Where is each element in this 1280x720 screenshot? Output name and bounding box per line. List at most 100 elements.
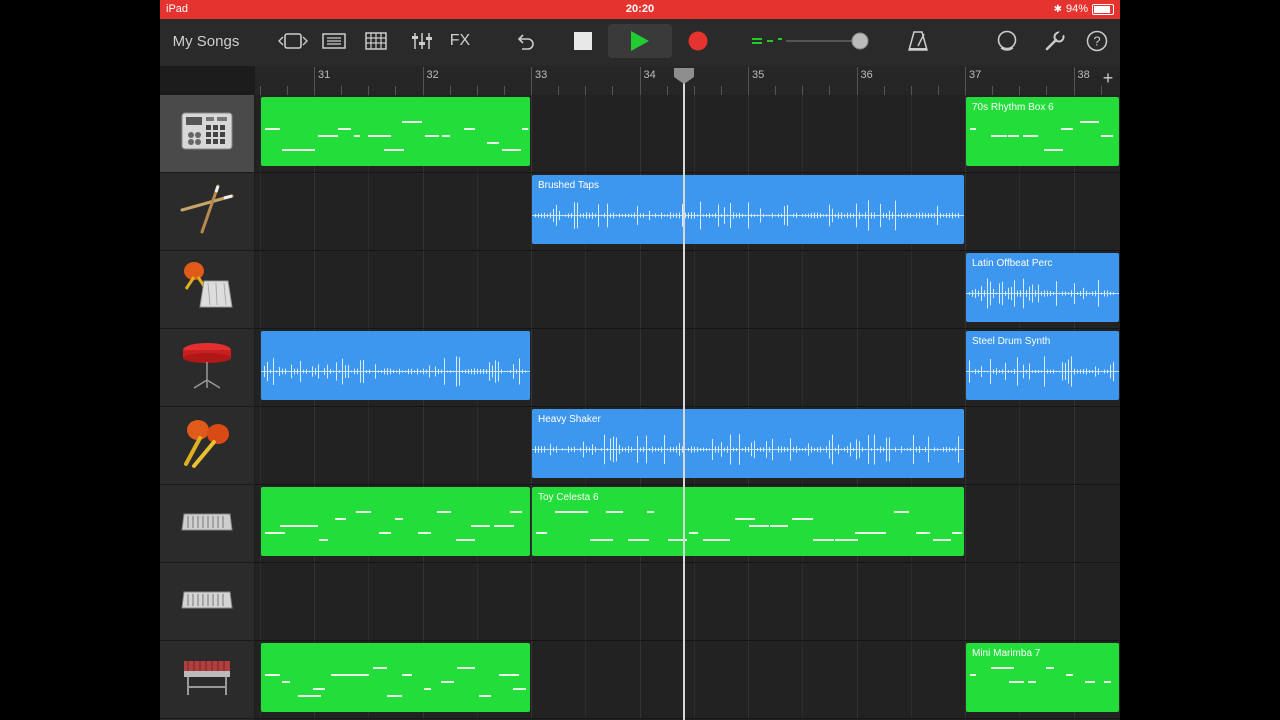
ruler-tick	[829, 86, 831, 95]
metronome-icon[interactable]	[905, 27, 931, 55]
status-right: ✱ 94%	[1054, 3, 1114, 15]
bluetooth-icon: ✱	[1053, 3, 1062, 15]
tracks-area[interactable]: 70s Rhythm Box 6 Brushed Taps Latin Offbea…	[255, 95, 1120, 720]
ruler-bar-number: 33	[535, 69, 548, 81]
maracas-icon	[180, 416, 234, 475]
loop-browser-icon[interactable]	[994, 27, 1020, 55]
stop-button[interactable]	[568, 27, 598, 55]
master-volume-slider[interactable]	[750, 27, 875, 55]
drum-machine-icon	[180, 109, 234, 158]
ruler-tick	[693, 86, 695, 95]
ruler-bar-number: 37	[969, 69, 982, 81]
ruler-bar-number: 31	[318, 69, 331, 81]
playhead-handle[interactable]	[673, 68, 695, 84]
ruler-bar-number: 35	[752, 69, 765, 81]
ruler-tick	[720, 86, 722, 95]
ruler-bar-number: 36	[860, 69, 873, 81]
track-header[interactable]	[160, 173, 254, 251]
ruler-tick	[395, 86, 397, 95]
region-name: Mini Marimba 7	[972, 648, 1041, 659]
record-icon	[688, 31, 708, 51]
midi-region[interactable]: 70s Rhythm Box 6	[966, 97, 1119, 166]
midi-region[interactable]: Mini Marimba 7	[966, 643, 1119, 712]
ruler-tick	[585, 86, 587, 95]
midi-region[interactable]	[260, 487, 530, 556]
live-loops-grid-icon[interactable]	[361, 27, 391, 55]
battery-icon	[1092, 3, 1114, 15]
ruler-tick	[476, 86, 478, 95]
ruler-tick	[1019, 86, 1021, 95]
add-section-icon[interactable]: +	[1100, 69, 1116, 87]
audio-region[interactable]: Brushed Taps	[532, 175, 964, 244]
ruler-tick	[639, 67, 641, 95]
midi-region[interactable]: Toy Celesta 6	[532, 487, 964, 556]
drumsticks-icon	[180, 184, 234, 239]
mixer-icon[interactable]	[407, 27, 437, 55]
midi-notes	[264, 511, 522, 541]
track-header[interactable]	[160, 563, 254, 641]
ruler-tick	[1046, 86, 1048, 95]
steel-drum-icon	[180, 340, 234, 395]
fx-button[interactable]: FX	[445, 27, 475, 55]
ruler-tick	[368, 86, 370, 95]
ruler-tick	[937, 86, 939, 95]
audio-region[interactable]: Steel Drum Synth	[966, 331, 1119, 400]
track-header[interactable]	[160, 251, 254, 329]
ruler-tick	[341, 86, 343, 95]
marimba-icon	[180, 655, 234, 704]
settings-wrench-icon[interactable]	[1042, 27, 1068, 55]
ruler-tick	[802, 86, 804, 95]
ruler-tick	[259, 86, 261, 95]
ruler-tick	[503, 86, 505, 95]
track-header[interactable]	[160, 407, 254, 485]
ruler-bar-number: 34	[643, 69, 656, 81]
region-name: Toy Celesta 6	[538, 492, 599, 503]
status-bar: iPad 20:20 ✱ 94%	[160, 0, 1120, 19]
track-lane[interactable]	[255, 563, 1120, 641]
garageband-screen: iPad 20:20 ✱ 94% My Songs FX ? 31 32 33 …	[160, 0, 1120, 720]
record-button[interactable]	[685, 27, 711, 55]
audio-region[interactable]: Heavy Shaker	[532, 409, 964, 478]
region-name: Brushed Taps	[538, 180, 599, 191]
ruler-tick	[531, 67, 532, 95]
track-header[interactable]	[160, 95, 254, 173]
clock: 20:20	[625, 3, 655, 15]
maracas-cowbell-icon	[180, 259, 234, 320]
audio-region[interactable]: Latin Offbeat Perc	[966, 253, 1119, 322]
ruler-tick	[558, 86, 560, 95]
midi-region[interactable]	[260, 97, 530, 166]
audio-waveform	[260, 356, 530, 387]
ruler-tick	[965, 67, 966, 95]
ruler-tick	[748, 67, 749, 95]
ruler-tick	[449, 86, 451, 95]
region-name: Heavy Shaker	[538, 414, 601, 425]
track-headers	[160, 95, 254, 720]
track-header[interactable]	[160, 485, 254, 563]
ruler-tick	[666, 86, 668, 95]
ruler-tick	[286, 86, 288, 95]
my-songs-button[interactable]: My Songs	[170, 27, 242, 55]
play-button[interactable]	[608, 24, 672, 58]
ruler-tick	[856, 67, 858, 95]
midi-notes	[264, 667, 526, 697]
audio-region[interactable]	[260, 331, 530, 400]
ruler-tick	[775, 86, 777, 95]
ruler-bar-number: 32	[426, 69, 439, 81]
undo-icon[interactable]	[510, 27, 540, 55]
playhead-line	[682, 78, 685, 720]
help-icon[interactable]: ?	[1084, 27, 1110, 55]
battery-percent: 94%	[1065, 3, 1088, 15]
region-name: Latin Offbeat Perc	[972, 258, 1053, 269]
ruler-tick	[612, 86, 614, 95]
ruler-tick	[910, 86, 912, 95]
ruler-tick	[1073, 67, 1075, 95]
track-header[interactable]	[160, 641, 254, 719]
track-header[interactable]	[160, 329, 254, 407]
tracks-view-icon[interactable]	[319, 27, 349, 55]
ruler-tick	[422, 67, 424, 95]
ruler-tick	[883, 86, 885, 95]
ruler-tick	[314, 67, 315, 95]
midi-region[interactable]	[260, 643, 530, 712]
instrument-browser-icon[interactable]	[276, 27, 310, 55]
ruler-tick	[1100, 86, 1102, 95]
